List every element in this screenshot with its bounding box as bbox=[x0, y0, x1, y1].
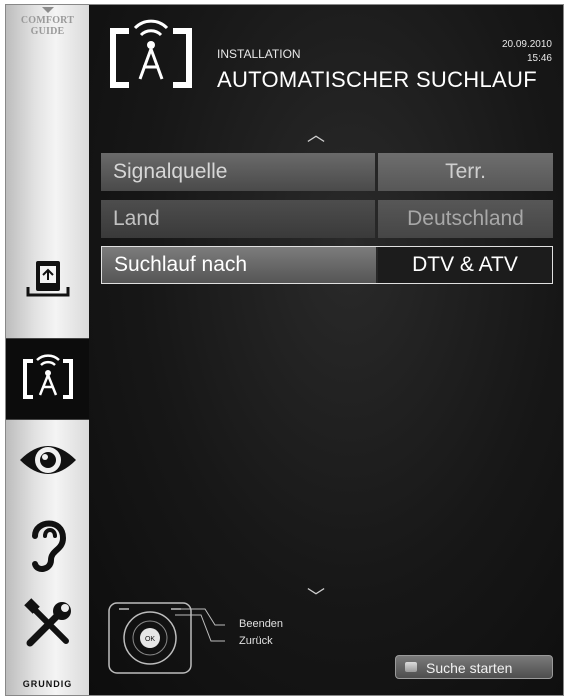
installation-antenna-icon bbox=[110, 19, 192, 88]
start-search-label: Suche starten bbox=[426, 660, 513, 676]
page-title: AUTOMATISCHER SUCHLAUF bbox=[217, 67, 537, 92]
scroll-up-icon[interactable]: ︿ bbox=[307, 121, 325, 147]
comfort-guide-sidebar: COMFORT GUIDE GRUNDIG bbox=[6, 5, 89, 695]
time-display: 15:46 bbox=[526, 53, 552, 64]
sidebar-item-installation[interactable] bbox=[6, 339, 89, 419]
ear-sound-icon bbox=[31, 520, 66, 572]
setting-label: Land bbox=[101, 200, 375, 238]
main-panel: INSTALLATION AUTOMATISCHER SUCHLAUF 20.0… bbox=[89, 5, 563, 695]
grundig-logo: GRUNDIG bbox=[22, 679, 73, 689]
date-display: 20.09.2010 bbox=[501, 39, 552, 50]
sidebar-divider bbox=[6, 419, 89, 420]
sidebar-item-picture[interactable] bbox=[6, 425, 89, 495]
back-legend: Zurück bbox=[239, 635, 273, 647]
tools-settings-icon bbox=[23, 598, 71, 647]
sidebar-item-sound[interactable] bbox=[6, 505, 89, 585]
media-source-icon bbox=[26, 261, 69, 297]
setting-value[interactable]: Deutschland bbox=[378, 200, 553, 238]
sidebar-item-settings[interactable] bbox=[6, 590, 89, 660]
setting-value[interactable]: Terr. bbox=[378, 153, 553, 191]
exit-legend: Beenden bbox=[239, 618, 284, 630]
setting-row-search-type[interactable]: Suchlauf nach DTV & ATV bbox=[101, 246, 553, 284]
triangle-down-icon bbox=[41, 7, 54, 13]
start-search-button[interactable]: Suche starten bbox=[395, 655, 553, 679]
scroll-down-icon[interactable]: ﹀ bbox=[307, 583, 325, 609]
comfort-label-line2: GUIDE bbox=[30, 26, 65, 37]
comfort-label-line1: COMFORT bbox=[20, 15, 75, 26]
sidebar-item-source[interactable] bbox=[6, 249, 89, 309]
tv-menu-screen: COMFORT GUIDE GRUNDIG INSTALLATION AUTOM… bbox=[5, 4, 564, 696]
setting-row-signal-source[interactable]: Signalquelle Terr. bbox=[101, 153, 553, 191]
eye-picture-icon bbox=[19, 446, 76, 474]
svg-text:OK: OK bbox=[145, 636, 155, 643]
red-button-icon bbox=[405, 662, 417, 672]
remote-navigation-icon: OK bbox=[108, 602, 225, 674]
setting-label: Signalquelle bbox=[101, 153, 375, 191]
comfort-guide-label[interactable]: COMFORT GUIDE bbox=[6, 7, 89, 37]
installation-antenna-icon bbox=[22, 354, 73, 399]
setting-value[interactable]: DTV & ATV bbox=[378, 247, 552, 283]
setting-row-country[interactable]: Land Deutschland bbox=[101, 200, 553, 238]
menu-subtitle: INSTALLATION bbox=[217, 47, 301, 61]
setting-label: Suchlauf nach bbox=[102, 247, 376, 283]
